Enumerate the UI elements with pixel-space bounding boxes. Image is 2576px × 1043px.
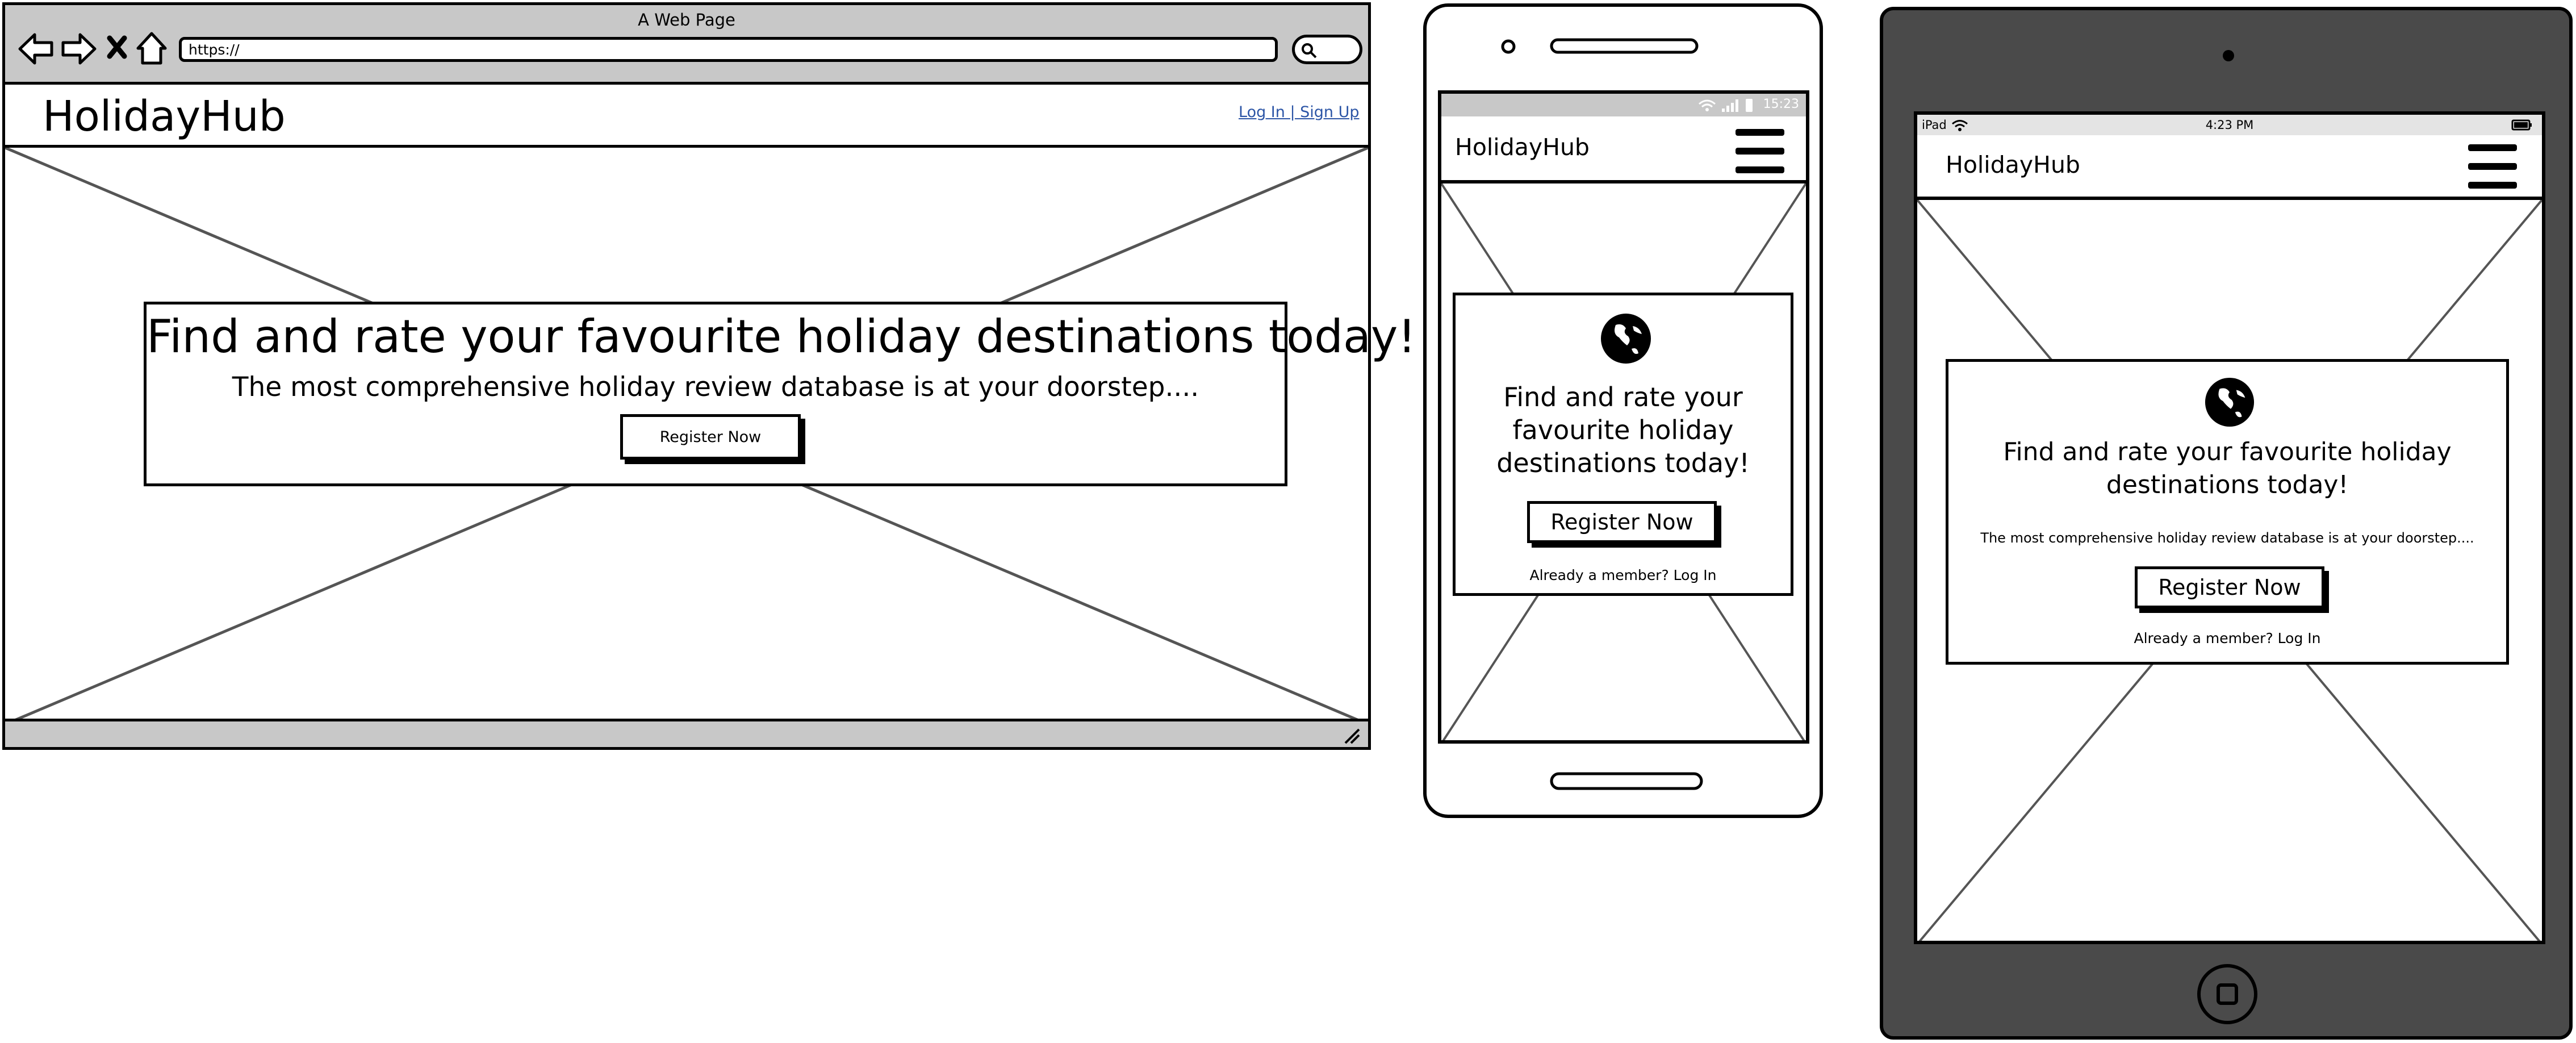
login-signup-link[interactable]: Log In | Sign Up xyxy=(1239,103,1360,121)
wifi-icon xyxy=(1699,99,1753,112)
phone-status-bar: 15:23 xyxy=(1441,94,1806,116)
home-icon[interactable] xyxy=(136,32,167,65)
resize-grip-icon[interactable] xyxy=(1342,726,1361,745)
hero-card: Find and rate your favourite holiday des… xyxy=(1453,293,1793,596)
browser-statusbar xyxy=(5,719,1368,747)
phone-device: 15:23 HolidayHub Find and rate your favo… xyxy=(1423,3,1823,818)
home-button-icon[interactable] xyxy=(2196,962,2259,1026)
nav-controls xyxy=(18,32,167,65)
status-time: 4:23 PM xyxy=(2205,118,2254,132)
globe-icon xyxy=(2205,377,2255,427)
battery-icon xyxy=(2511,119,2532,131)
address-bar[interactable]: https:// xyxy=(179,37,1278,62)
register-button[interactable]: Register Now xyxy=(620,414,801,460)
close-icon[interactable] xyxy=(107,35,127,59)
battery-icon xyxy=(1746,99,1753,112)
hero-card: Find and rate your favourite holiday des… xyxy=(144,302,1416,486)
tablet-camera xyxy=(2223,50,2234,61)
phone-screen: 15:23 HolidayHub Find and rate your favo… xyxy=(1438,90,1809,744)
hero-subheading: The most comprehensive holiday review da… xyxy=(1980,530,2474,546)
site-logo[interactable]: HolidayHub xyxy=(1455,133,1590,161)
site-logo[interactable]: HolidayHub xyxy=(1946,151,2080,178)
site-header: HolidayHub Log In | Sign Up xyxy=(5,87,1368,148)
browser-toolbar: A Web Page https:// xyxy=(5,5,1368,85)
tablet-navbar: HolidayHub xyxy=(1917,135,2542,200)
register-button[interactable]: Register Now xyxy=(2135,566,2324,608)
member-login-link[interactable]: Already a member? Log In xyxy=(1456,567,1791,583)
hero-heading: Find and rate your favourite holiday des… xyxy=(147,310,1416,363)
browser-window: A Web Page https:// HolidayHub Log In | … xyxy=(2,2,1416,750)
hero-heading: Find and rate your favourite holiday des… xyxy=(1496,382,1750,478)
site-logo[interactable]: HolidayHub xyxy=(43,92,286,141)
phone-status-time: 15:23 xyxy=(1763,97,1799,111)
member-login-link[interactable]: Already a member? Log In xyxy=(1948,630,2506,646)
hero-card: Find and rate your favourite holiday des… xyxy=(1946,359,2509,665)
window-title: A Web Page xyxy=(638,10,735,30)
hero-heading: Find and rate your favourite holiday des… xyxy=(2003,437,2452,499)
tablet-device: iPad 4:23 PM HolidayHub Find and rate yo… xyxy=(1880,7,2573,1040)
phone-earpiece xyxy=(1501,38,1699,54)
hero-image-placeholder: Find and rate your favourite holiday des… xyxy=(5,148,1416,724)
forward-arrow-icon[interactable] xyxy=(61,33,97,65)
hamburger-menu-icon[interactable] xyxy=(1736,129,1784,174)
phone-navbar: HolidayHub xyxy=(1441,116,1806,183)
register-button[interactable]: Register Now xyxy=(1527,501,1717,543)
tablet-screen: iPad 4:23 PM HolidayHub Find and rate yo… xyxy=(1914,111,2545,944)
tablet-status-bar: iPad 4:23 PM xyxy=(1917,115,2542,135)
search-icon xyxy=(1302,43,1317,59)
globe-icon xyxy=(1601,314,1651,364)
hero-subheading: The most comprehensive holiday review da… xyxy=(232,372,1199,403)
phone-home-bar xyxy=(1550,772,1703,790)
search-button[interactable] xyxy=(1292,35,1362,64)
hamburger-menu-icon[interactable] xyxy=(2468,144,2517,190)
signal-icon xyxy=(1722,99,1738,112)
back-arrow-icon[interactable] xyxy=(18,33,53,65)
